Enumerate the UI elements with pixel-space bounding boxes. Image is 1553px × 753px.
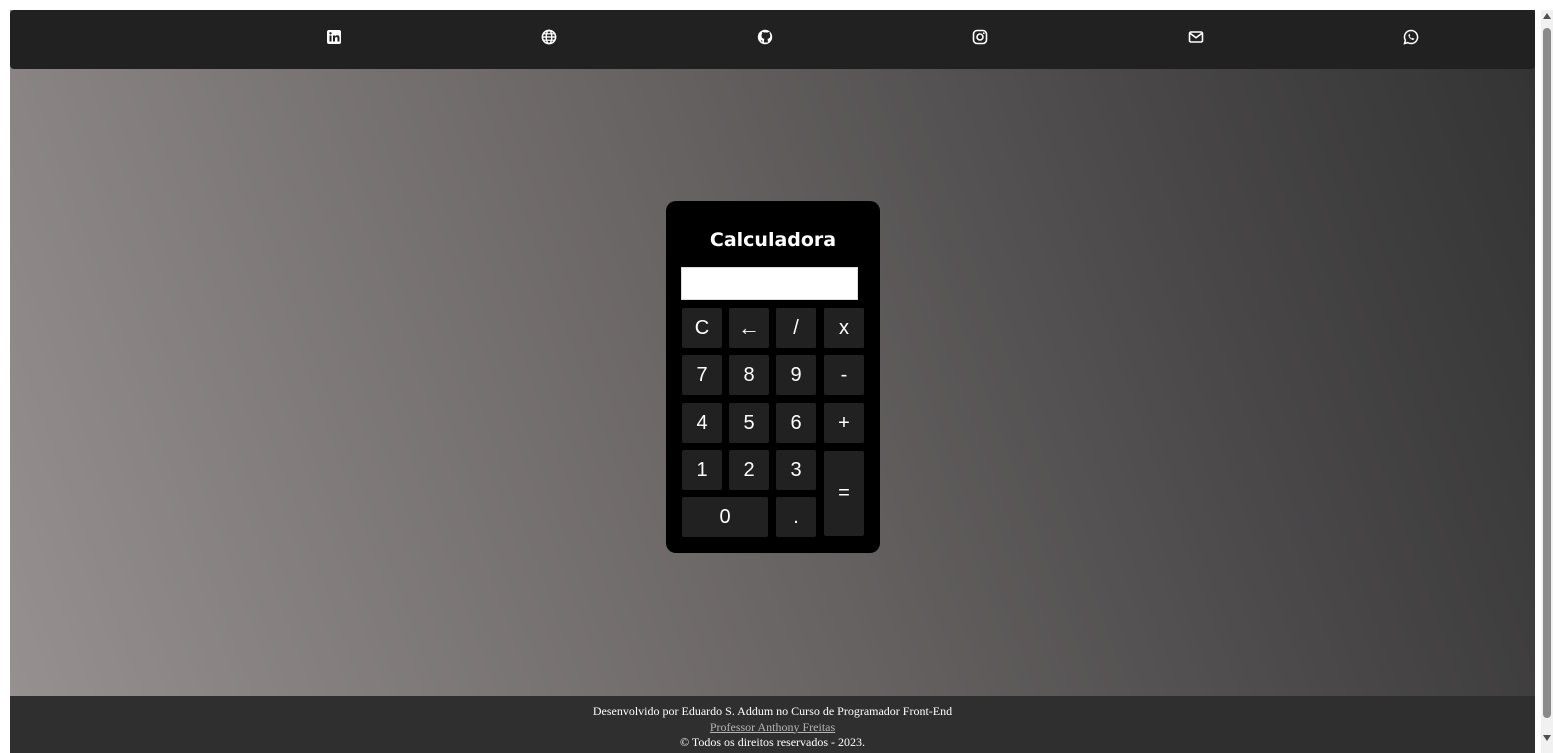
globe-icon[interactable] [541, 29, 557, 45]
professor-link[interactable]: Professor Anthony Freitas [710, 720, 835, 734]
calculator-display[interactable] [681, 267, 858, 300]
page-footer: Desenvolvido por Eduardo S. Addum no Cur… [10, 696, 1535, 753]
digit-6-button[interactable]: 6 [776, 403, 816, 443]
envelope-icon[interactable] [1188, 29, 1204, 45]
github-icon[interactable] [757, 29, 773, 45]
digit-8-button[interactable]: 8 [729, 355, 769, 395]
scroll-up-arrow-icon[interactable] [1543, 13, 1551, 19]
instagram-icon[interactable] [972, 29, 988, 45]
digit-1-button[interactable]: 1 [682, 450, 722, 490]
digit-4-button[interactable]: 4 [682, 403, 722, 443]
digit-3-button[interactable]: 3 [776, 450, 816, 490]
whatsapp-icon[interactable] [1403, 29, 1419, 45]
calculator: Calculadora C ← / x 7 8 9 - 4 5 6 + 1 2 … [666, 201, 880, 553]
scroll-down-arrow-icon[interactable] [1543, 735, 1551, 741]
digit-5-button[interactable]: 5 [729, 403, 769, 443]
backspace-button[interactable]: ← [729, 308, 769, 348]
scrollbar-thumb[interactable] [1543, 28, 1551, 718]
digit-7-button[interactable]: 7 [682, 355, 722, 395]
decimal-button[interactable]: . [776, 497, 816, 537]
subtract-button[interactable]: - [824, 355, 864, 395]
calculator-title: Calculadora [709, 229, 837, 251]
footer-credits: Desenvolvido por Eduardo S. Addum no Cur… [592, 704, 953, 718]
equals-button[interactable]: = [824, 451, 864, 536]
vertical-scrollbar[interactable] [1541, 10, 1553, 753]
digit-9-button[interactable]: 9 [776, 355, 816, 395]
clear-button[interactable]: C [682, 308, 722, 348]
digit-2-button[interactable]: 2 [729, 450, 769, 490]
digit-0-button[interactable]: 0 [682, 497, 768, 537]
linkedin-icon[interactable] [326, 29, 342, 45]
multiply-button[interactable]: x [824, 308, 864, 348]
divide-button[interactable]: / [776, 308, 816, 348]
add-button[interactable]: + [824, 403, 864, 443]
footer-copyright: © Todos os direitos reservados - 2023. [679, 735, 866, 749]
social-navbar [10, 10, 1535, 69]
page-viewport: Calculadora C ← / x 7 8 9 - 4 5 6 + 1 2 … [10, 10, 1535, 753]
